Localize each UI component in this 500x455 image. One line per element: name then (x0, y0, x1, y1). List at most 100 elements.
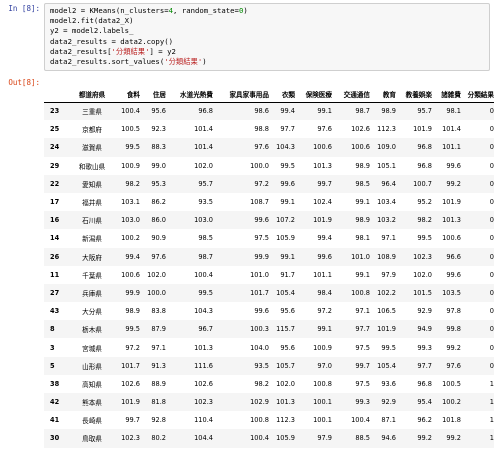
row-index: 25 (50, 125, 60, 134)
table-cell: 0 (489, 234, 494, 243)
table-cell: 101.3 (194, 343, 213, 352)
table-cell: 111.6 (194, 361, 213, 370)
table-cell: 99.7 (125, 416, 140, 425)
output-area: 都道府県 食料 住居 水道光熱費 家具家事用品 衣類 保険医療 交通通信 教育 教養娯楽 諸雑費 分類… (44, 86, 494, 455)
table-cell: 98.9 (355, 161, 370, 170)
table-cell: 97.6 (446, 361, 461, 370)
table-cell: 95.7 (198, 179, 213, 188)
code-line-2: model2.fit(data2_X) (50, 16, 134, 26)
table-cell: 100.1 (313, 398, 332, 407)
table-cell: 1 (489, 379, 494, 388)
table-cell: 102.4 (313, 198, 332, 207)
table-cell: 100.2 (121, 234, 140, 243)
table-row: 27 兵庫県 99.9 100.0 99.5 101.7 105.4 98.4 100.8 102… (44, 283, 494, 303)
code-line-4: data2_results = data2.copy() (50, 36, 174, 46)
code-cell[interactable]: model2 = KMeans(n_clusters=4, random_sta… (44, 3, 490, 71)
table-cell: 109.0 (377, 143, 396, 152)
table-cell: 101.3 (276, 398, 295, 407)
table-cell: 97.0 (317, 361, 332, 370)
row-index: 30 (50, 434, 60, 443)
table-cell: 99.5 (417, 234, 432, 243)
table-cell: 96.8 (417, 379, 432, 388)
table-cell: 99.2 (417, 434, 432, 443)
row-index: 26 (50, 252, 60, 261)
table-cell: 96.7 (198, 325, 213, 334)
table-cell: 88.3 (151, 143, 166, 152)
table-cell: 100.8 (250, 416, 269, 425)
table-row: 3 宮城県 97.2 97.1 101.3 104.0 95.6 100.9 97.5 99.5 9… (44, 338, 494, 357)
table-cell: 99.1 (317, 107, 332, 116)
table-cell: 99.3 (417, 343, 432, 352)
table-cell: 99.5 (381, 343, 396, 352)
table-cell: 99.4 (125, 252, 140, 261)
table-cell: 112.3 (377, 125, 396, 134)
table-cell: 106.5 (377, 307, 396, 316)
table-cell: 99.5 (280, 161, 295, 170)
table-cell: 99.1 (355, 270, 370, 279)
row-index: 29 (50, 161, 60, 170)
table-cell: 101.1 (313, 270, 332, 279)
table-cell: 102.0 (147, 270, 166, 279)
table-cell: 115.7 (276, 325, 295, 334)
table-cell: 99.1 (317, 325, 332, 334)
table-cell: 98.9 (355, 216, 370, 225)
table-cell: 0 (489, 325, 494, 334)
table-cell: 99.5 (125, 143, 140, 152)
table-cell: 98.2 (417, 216, 432, 225)
table-cell: 0 (489, 252, 494, 261)
table-cell: 81.8 (151, 398, 166, 407)
table-cell: 112.3 (276, 416, 295, 425)
table-cell: 1 (489, 398, 494, 407)
table-cell: 97.7 (280, 125, 295, 134)
table-cell: 0 (489, 307, 494, 316)
table-cell: 96.4 (381, 179, 396, 188)
table-cell: 100.0 (147, 288, 166, 297)
table-cell: 兵庫県 (82, 289, 102, 298)
table-cell: 98.8 (254, 125, 269, 134)
row-index: 24 (50, 143, 60, 152)
row-index: 38 (50, 379, 60, 388)
table-cell: 101.4 (442, 125, 461, 134)
table-cell: 95.2 (417, 198, 432, 207)
table-cell: 長崎県 (82, 417, 102, 426)
row-index: 16 (50, 216, 60, 225)
table-cell: 105.1 (377, 161, 396, 170)
table-cell: 99.1 (280, 198, 295, 207)
table-cell: 97.2 (125, 343, 140, 352)
table-cell: 高知県 (82, 380, 102, 389)
table-cell: 100.6 (313, 143, 332, 152)
table-cell: 100.6 (351, 143, 370, 152)
table-cell: 104.4 (194, 434, 213, 443)
table-cell: 87.1 (381, 416, 396, 425)
table-cell: 100.8 (351, 288, 370, 297)
table-cell: 103.4 (377, 198, 396, 207)
table-cell: 99.6 (446, 161, 461, 170)
column-header: 食料 (114, 86, 140, 103)
table-cell: 97.1 (355, 307, 370, 316)
table-cell: 97.9 (381, 270, 396, 279)
table-cell: 102.9 (250, 398, 269, 407)
table-cell: 96.6 (446, 252, 461, 261)
table-cell: 99.7 (355, 361, 370, 370)
table-cell: 92.9 (417, 307, 432, 316)
table-cell: 97.2 (254, 179, 269, 188)
row-index: 17 (50, 198, 60, 207)
table-cell: 100.4 (194, 270, 213, 279)
table-cell: 80.2 (151, 434, 166, 443)
table-cell: 102.0 (413, 270, 432, 279)
table-cell: 100.2 (442, 398, 461, 407)
table-cell: 94.6 (381, 434, 396, 443)
table-cell: 99.4 (280, 107, 295, 116)
table-row: 26 大阪府 99.4 97.6 98.7 99.9 99.1 99.6 101.0 108.9 1… (44, 247, 494, 266)
code-line-3: y2 = model2.labels_ (50, 26, 134, 36)
table-row: 30 鳥取県 102.3 80.2 104.4 100.4 105.9 97.9 88.5 94.… (44, 429, 494, 448)
table-cell: 福井県 (82, 199, 102, 208)
table-cell: 105.4 (377, 361, 396, 370)
table-cell: 99.5 (125, 325, 140, 334)
table-cell: 100.1 (313, 416, 332, 425)
table-cell: 103.1 (121, 198, 140, 207)
table-cell: 101.9 (413, 125, 432, 134)
table-row: 5 山形県 101.7 91.3 111.6 93.5 105.7 97.0 99.7 105.4… (44, 356, 494, 375)
table-cell: 92.9 (381, 398, 396, 407)
table-cell: 99.6 (254, 307, 269, 316)
